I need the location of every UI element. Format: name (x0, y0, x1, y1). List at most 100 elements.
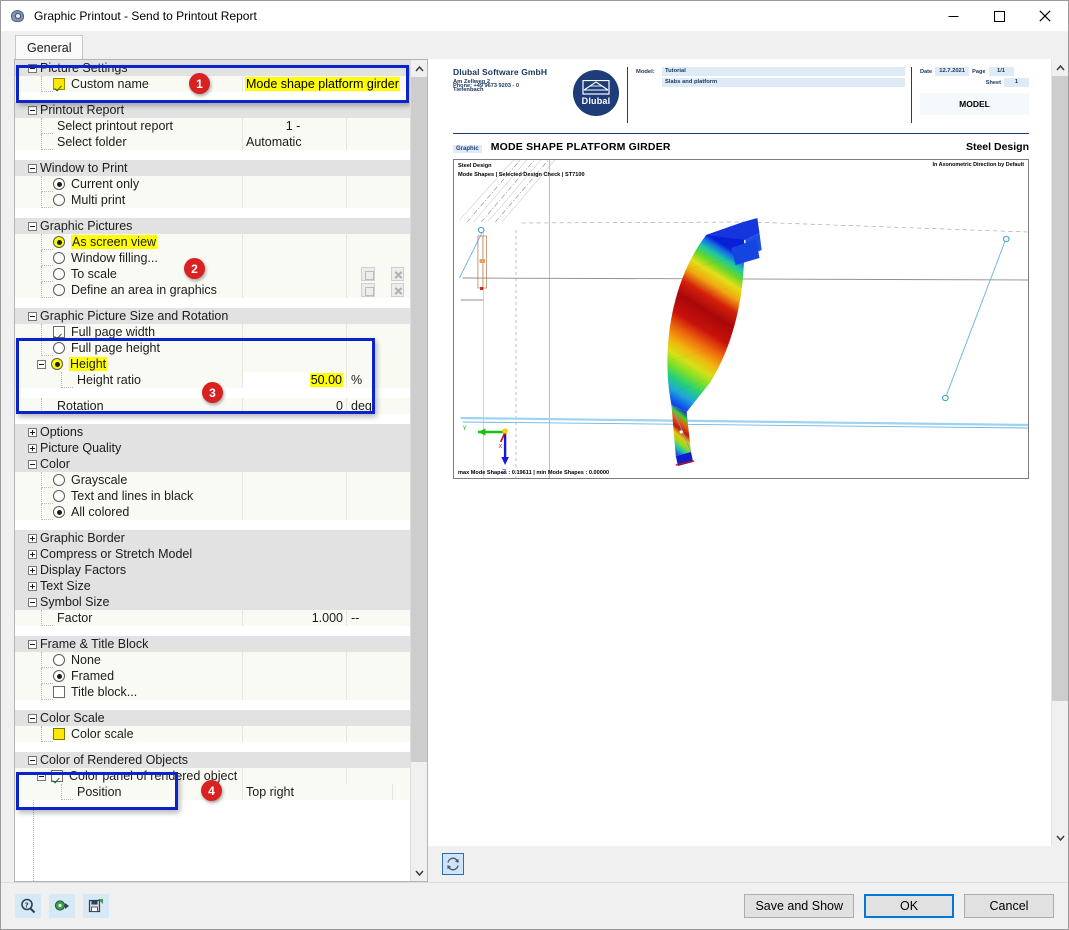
preview-scroll-up-icon[interactable] (1052, 59, 1068, 76)
radio-text-and-lines-in-black[interactable] (53, 490, 65, 502)
help-button[interactable]: ? (15, 894, 41, 918)
expander-icon[interactable] (28, 164, 37, 173)
row-text-and-lines-in-black[interactable]: Text and lines in black (15, 488, 410, 504)
row-value[interactable]: 0 (336, 399, 343, 413)
radio-multi-print[interactable] (53, 194, 65, 206)
row-value[interactable]: 1.000 (312, 611, 343, 625)
ok-button[interactable]: OK (864, 894, 954, 918)
group-text-size[interactable]: Text Size (15, 578, 410, 594)
preview-scroll-track[interactable] (1052, 76, 1068, 829)
row-value[interactable]: Automatic (246, 135, 302, 149)
radio-to-scale[interactable] (53, 268, 65, 280)
group-picture-settings[interactable]: Picture Settings (15, 60, 410, 76)
delete-icon[interactable] (391, 267, 405, 281)
load-settings-button[interactable] (49, 894, 75, 918)
expander-icon[interactable] (28, 582, 37, 591)
graphic-frame[interactable]: Y Z X Steel Design Mode Shapes (453, 159, 1029, 479)
preview-scrollbar[interactable] (1051, 59, 1068, 846)
row-title-block[interactable]: Title block... (15, 684, 410, 700)
row-height[interactable]: Height (15, 356, 410, 372)
group-symbol-size[interactable]: Symbol Size (15, 594, 410, 610)
position-value[interactable]: Top right (246, 785, 294, 799)
expander-icon[interactable] (28, 444, 37, 453)
refresh-button[interactable] (442, 853, 464, 875)
preview-scroll-thumb[interactable] (1052, 76, 1068, 701)
radio-current-only[interactable] (53, 178, 65, 190)
row-none[interactable]: None (15, 652, 410, 668)
row-all-colored[interactable]: All colored (15, 504, 410, 520)
group-window-to-print[interactable]: Window to Print (15, 160, 410, 176)
expander-icon[interactable] (28, 312, 37, 321)
row-window-filling[interactable]: Window filling... (15, 250, 410, 266)
group-compress-or-stretch-model[interactable]: Compress or Stretch Model (15, 546, 410, 562)
scroll-down-icon[interactable] (411, 864, 427, 881)
property-grid[interactable]: Picture Settings Custom name Mode shape … (15, 60, 410, 881)
preview-scroll-down-icon[interactable] (1052, 829, 1068, 846)
expander-icon[interactable] (28, 460, 37, 469)
group-options[interactable]: Options (15, 424, 410, 440)
radio-full-page-height[interactable] (53, 342, 65, 354)
row-to-scale[interactable]: To scale (15, 266, 410, 282)
group-color-scale[interactable]: Color Scale (15, 710, 410, 726)
scroll-track[interactable] (411, 77, 427, 864)
checkbox-color-scale[interactable] (53, 728, 65, 740)
row-value[interactable]: 1 - (286, 119, 301, 133)
radio-define-area[interactable] (53, 284, 65, 296)
expander-icon[interactable] (28, 64, 37, 73)
checkbox-color-panel[interactable] (51, 770, 63, 782)
group-picture-quality[interactable]: Picture Quality (15, 440, 410, 456)
expander-icon[interactable] (28, 106, 37, 115)
row-select-printout-report[interactable]: Select printout report 1 - (15, 118, 410, 134)
group-graphic-border[interactable]: Graphic Border (15, 530, 410, 546)
row-framed[interactable]: Framed (15, 668, 410, 684)
radio-window-filling[interactable] (53, 252, 65, 264)
group-printout-report[interactable]: Printout Report (15, 102, 410, 118)
row-full-page-width[interactable]: Full page width (15, 324, 410, 340)
row-select-folder[interactable]: Select folder Automatic (15, 134, 410, 150)
tab-general[interactable]: General (15, 35, 83, 59)
checkbox-full-page-width[interactable] (53, 326, 65, 338)
expander-icon[interactable] (28, 534, 37, 543)
cancel-button[interactable]: Cancel (964, 894, 1054, 918)
pick-icon[interactable] (361, 267, 375, 281)
save-and-show-button[interactable]: Save and Show (744, 894, 854, 918)
checkbox-custom-name[interactable] (53, 78, 65, 90)
radio-height[interactable] (51, 358, 63, 370)
report-preview[interactable]: Dlubal Software GmbH Am Zellweg 2 Tiefen… (428, 59, 1051, 846)
row-grayscale[interactable]: Grayscale (15, 472, 410, 488)
expander-icon[interactable] (37, 360, 46, 369)
group-display-factors[interactable]: Display Factors (15, 562, 410, 578)
radio-as-screen-view[interactable] (53, 236, 65, 248)
radio-grayscale[interactable] (53, 474, 65, 486)
close-button[interactable] (1022, 1, 1068, 31)
maximize-button[interactable] (976, 1, 1022, 31)
expander-icon[interactable] (28, 550, 37, 559)
pick-icon[interactable] (361, 283, 375, 297)
row-color-scale[interactable]: Color scale (15, 726, 410, 742)
group-graphic-picture-size-and-rotation[interactable]: Graphic Picture Size and Rotation (15, 308, 410, 324)
group-color-of-rendered-objects[interactable]: Color of Rendered Objects (15, 752, 410, 768)
row-factor[interactable]: Factor 1.000 -- (15, 610, 410, 626)
expander-icon[interactable] (28, 756, 37, 765)
group-color[interactable]: Color (15, 456, 410, 472)
group-frame-and-title-block[interactable]: Frame & Title Block (15, 636, 410, 652)
delete-icon[interactable] (391, 283, 405, 297)
height-ratio-value[interactable]: 50.00 (310, 373, 343, 387)
radio-none[interactable] (53, 654, 65, 666)
expander-icon[interactable] (28, 222, 37, 231)
row-full-page-height[interactable]: Full page height (15, 340, 410, 356)
checkbox-title-block[interactable] (53, 686, 65, 698)
row-current-only[interactable]: Current only (15, 176, 410, 192)
expander-icon[interactable] (28, 640, 37, 649)
settings-scrollbar[interactable] (410, 60, 427, 881)
minimize-button[interactable] (930, 1, 976, 31)
expander-icon[interactable] (28, 566, 37, 575)
expander-icon[interactable] (37, 772, 46, 781)
group-graphic-pictures[interactable]: Graphic Pictures (15, 218, 410, 234)
radio-all-colored[interactable] (53, 506, 65, 518)
radio-framed[interactable] (53, 670, 65, 682)
row-define-area[interactable]: Define an area in graphics (15, 282, 410, 298)
row-as-screen-view[interactable]: As screen view (15, 234, 410, 250)
scroll-up-icon[interactable] (411, 60, 427, 77)
expander-icon[interactable] (28, 714, 37, 723)
